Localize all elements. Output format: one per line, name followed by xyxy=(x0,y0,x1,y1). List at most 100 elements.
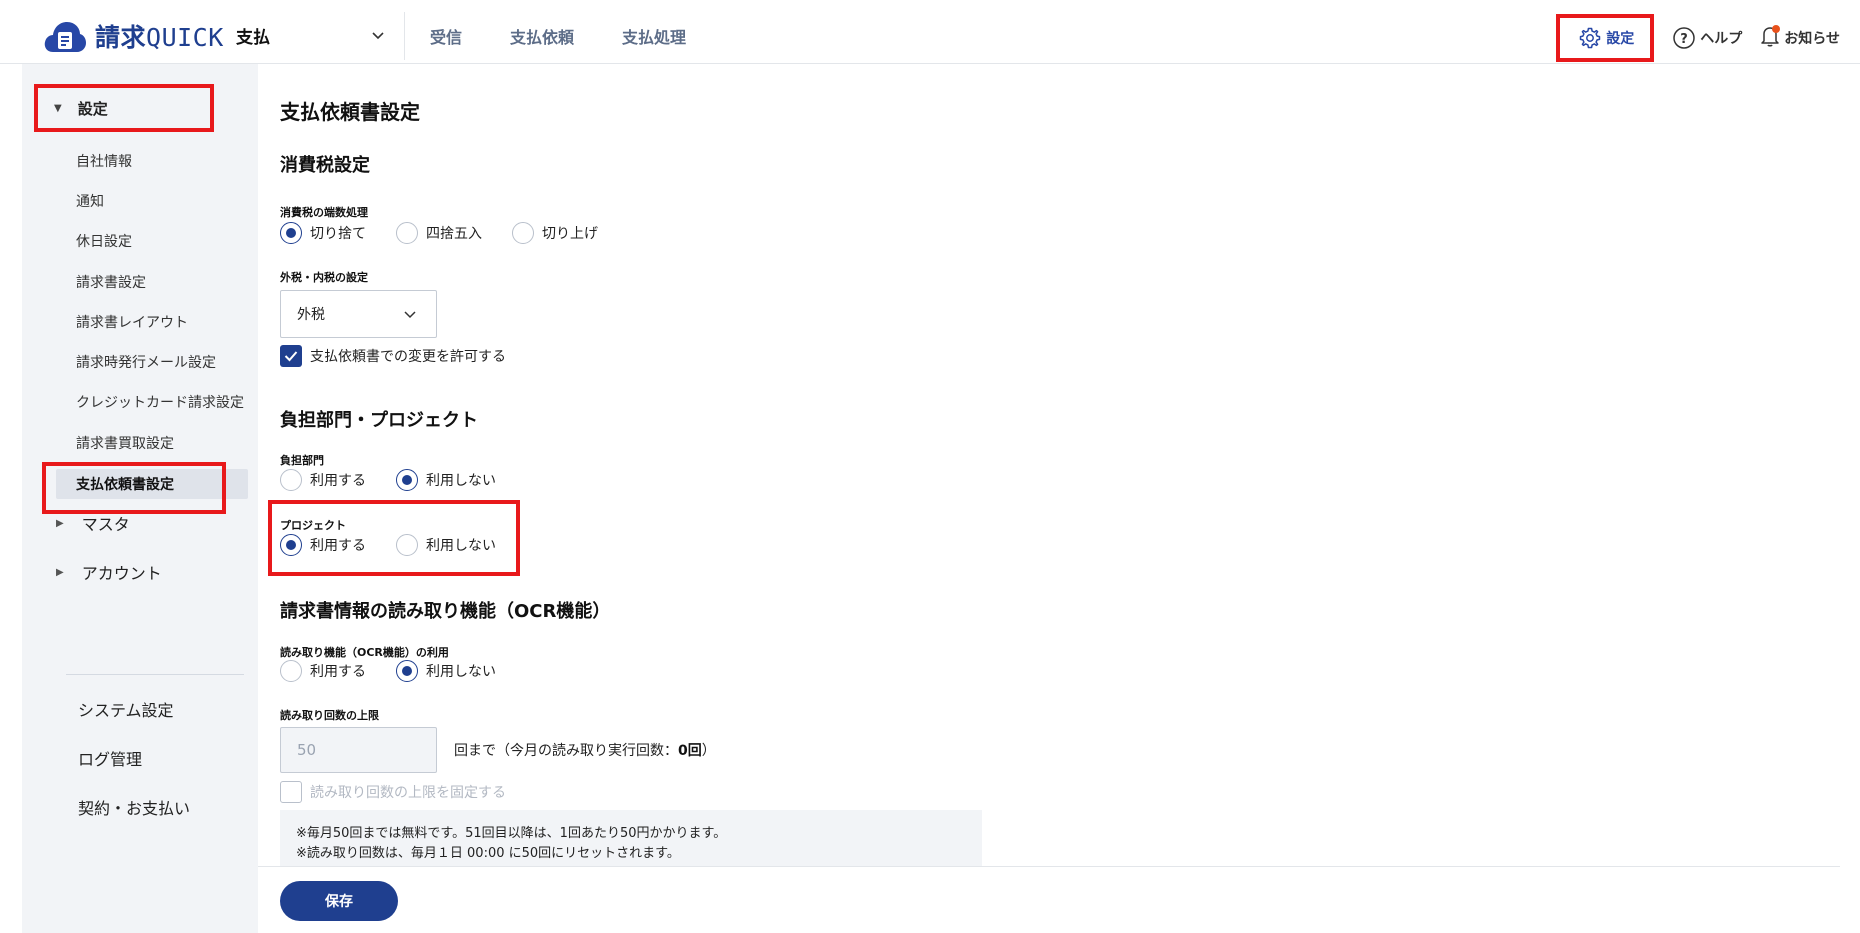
page-title: 支払依頼書設定 xyxy=(280,100,420,124)
radio-ocr-use[interactable]: 利用する xyxy=(280,660,366,682)
sidebar-item-invoice-mail[interactable]: 請求時発行メール設定 xyxy=(56,347,248,377)
sidebar-group-account-label: アカウント xyxy=(81,564,162,583)
checkmark-icon xyxy=(284,351,298,362)
cloud-document-logo-icon xyxy=(44,22,86,52)
logo-kanji: 請求 xyxy=(95,23,147,52)
sidebar-item-credit-card[interactable]: クレジットカード請求設定 xyxy=(56,387,248,417)
logo-latin: QUICK xyxy=(146,23,224,52)
radio-indicator xyxy=(396,534,418,556)
sidebar-item-payment-request[interactable]: 支払依頼書設定 xyxy=(56,469,248,499)
allow-change-checkbox[interactable]: 支払依頼書での変更を許可する xyxy=(280,345,506,367)
app-logo[interactable]: 請求QUICK xyxy=(43,18,224,54)
nav-tab-payment-request[interactable]: 支払依頼 xyxy=(510,24,574,48)
nav-tab-received[interactable]: 受信 xyxy=(430,24,462,48)
header-tools: 設定 ? ヘルプ お知らせ xyxy=(1556,14,1840,62)
sidebar-link-log-management[interactable]: ログ管理 xyxy=(78,746,142,770)
nav-tab-payment-processing[interactable]: 支払処理 xyxy=(622,24,686,48)
section-title-ocr: 請求書情報の読み取り機能（OCR機能） xyxy=(280,601,611,622)
sidebar-item-holiday[interactable]: 休日設定 xyxy=(56,226,248,256)
radio-label: 利用する xyxy=(310,473,366,489)
sidebar-item-invoice-settings[interactable]: 請求書設定 xyxy=(56,267,248,297)
suffix-end: ） xyxy=(701,743,716,759)
tax-inclusion-select[interactable]: 外税 xyxy=(280,290,437,338)
radio-label: 利用する xyxy=(310,664,366,680)
gear-icon xyxy=(1580,27,1601,49)
sidebar-group-label: 設定 xyxy=(77,99,108,118)
bell-icon-wrap xyxy=(1760,25,1784,51)
section-title-tax: 消費税設定 xyxy=(280,155,370,176)
sidebar-group-master-label: マスタ xyxy=(81,515,130,534)
radio-indicator xyxy=(280,660,302,682)
radio-label: 利用しない xyxy=(426,664,496,680)
field-label-tax-inclusion: 外税・内税の設定 xyxy=(280,271,368,284)
sidebar-divider xyxy=(66,674,244,675)
checkbox-indicator xyxy=(280,345,302,367)
sidebar-item-invoice-purchase[interactable]: 請求書買取設定 xyxy=(56,428,248,458)
caret-right-icon: ▶ xyxy=(56,517,64,529)
main-nav: 受信 支払依頼 支払処理 xyxy=(430,24,734,48)
select-value: 外税 xyxy=(297,307,325,323)
radio-indicator xyxy=(280,534,302,556)
sidebar-group-master[interactable]: ▶ マスタ xyxy=(56,509,130,537)
field-label-rounding: 消費税の端数処理 xyxy=(280,206,368,219)
help-icon: ? xyxy=(1673,27,1696,49)
ocr-limit-suffix: 回まで（今月の読み取り実行回数：0回） xyxy=(454,740,716,760)
svg-text:?: ? xyxy=(1680,32,1688,47)
checkbox-label: 支払依頼書での変更を許可する xyxy=(310,349,506,365)
chevron-down-icon xyxy=(372,32,384,40)
sidebar-link-system-settings[interactable]: システム設定 xyxy=(78,697,174,721)
product-label: 支払 xyxy=(236,27,270,48)
notice-button[interactable]: お知らせ xyxy=(1760,25,1840,51)
sidebar-link-contract-payment[interactable]: 契約・お支払い xyxy=(78,795,190,819)
checkbox-indicator xyxy=(280,781,302,803)
section-title-dept-project: 負担部門・プロジェクト xyxy=(280,410,478,431)
radio-label: 切り捨て xyxy=(310,226,366,242)
ocr-count: 0回 xyxy=(678,743,702,759)
product-switcher[interactable]: 支払 xyxy=(236,20,386,50)
note-line-2: ※読み取り回数は、毎月１日 00:00 に50回にリセットされます。 xyxy=(296,846,680,861)
sidebar-group-settings[interactable]: ▼ 設定 xyxy=(34,84,214,132)
radio-project-not-use[interactable]: 利用しない xyxy=(396,534,496,556)
sidebar-group-account[interactable]: ▶ アカウント xyxy=(56,558,162,586)
help-button[interactable]: ? ヘルプ xyxy=(1672,26,1742,50)
radio-round-down[interactable]: 切り捨て xyxy=(280,222,366,244)
radio-dept-use[interactable]: 利用する xyxy=(280,469,366,491)
caret-down-icon: ▼ xyxy=(54,102,62,114)
settings-button[interactable]: 設定 xyxy=(1556,14,1655,62)
ocr-limit-input[interactable]: 50 xyxy=(280,727,437,773)
sidebar-item-company-info[interactable]: 自社情報 xyxy=(56,146,248,176)
radio-indicator xyxy=(280,222,302,244)
radio-group-ocr: 利用する 利用しない xyxy=(280,660,526,682)
field-label-dept: 負担部門 xyxy=(280,454,324,467)
radio-round-up[interactable]: 切り上げ xyxy=(512,222,598,244)
settings-label: 設定 xyxy=(1606,31,1635,47)
footer-action-bar: 保存 xyxy=(258,866,1840,933)
notice-label: お知らせ xyxy=(1784,31,1840,47)
radio-group-project: 利用する 利用しない xyxy=(280,534,526,556)
radio-project-use[interactable]: 利用する xyxy=(280,534,366,556)
radio-indicator xyxy=(396,660,418,682)
radio-label: 切り上げ xyxy=(542,226,598,242)
checkbox-label: 読み取り回数の上限を固定する xyxy=(310,785,506,801)
note-line-1: ※毎月50回までは無料です。51回目以降は、1回あたり50円かかります。 xyxy=(296,826,727,841)
suffix-text: 回まで（今月の読み取り実行回数： xyxy=(454,743,678,759)
radio-group-rounding: 切り捨て 四捨五入 切り上げ xyxy=(280,222,628,244)
sidebar-item-invoice-layout[interactable]: 請求書レイアウト xyxy=(56,307,248,337)
chevron-down-icon xyxy=(404,311,416,319)
radio-dept-not-use[interactable]: 利用しない xyxy=(396,469,496,491)
radio-indicator xyxy=(396,469,418,491)
save-button[interactable]: 保存 xyxy=(280,881,398,921)
radio-round-half[interactable]: 四捨五入 xyxy=(396,222,482,244)
sidebar: ▼ 設定 自社情報 通知 休日設定 請求書設定 請求書レイアウト 請求時発行メー… xyxy=(22,64,258,933)
sidebar-item-notification[interactable]: 通知 xyxy=(56,186,248,216)
radio-ocr-not-use[interactable]: 利用しない xyxy=(396,660,496,682)
field-label-ocr-use: 読み取り機能（OCR機能）の利用 xyxy=(280,646,449,659)
ocr-note: ※毎月50回までは無料です。51回目以降は、1回あたり50円かかります。 ※読み… xyxy=(280,810,982,870)
field-label-ocr-limit: 読み取り回数の上限 xyxy=(280,709,379,722)
caret-right-icon: ▶ xyxy=(56,566,64,578)
radio-group-dept: 利用する 利用しない xyxy=(280,469,526,491)
radio-label: 四捨五入 xyxy=(426,226,482,242)
fix-limit-checkbox[interactable]: 読み取り回数の上限を固定する xyxy=(280,781,506,803)
radio-indicator xyxy=(512,222,534,244)
help-label: ヘルプ xyxy=(1700,31,1743,47)
